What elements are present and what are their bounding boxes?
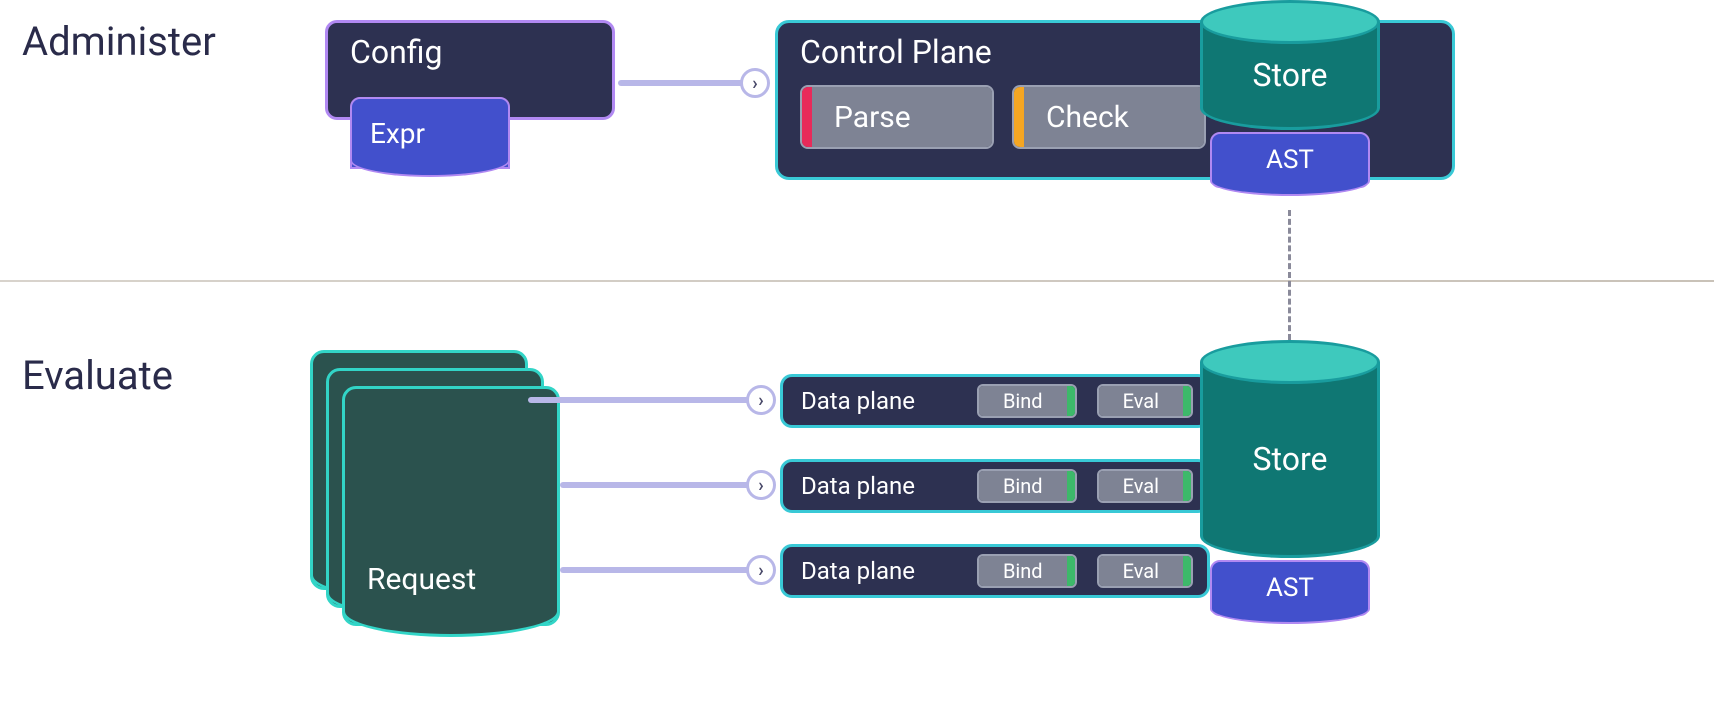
eval-label-2: Eval [1099, 471, 1183, 501]
ast-tab-bottom: AST [1210, 560, 1370, 616]
dashed-connector [1288, 210, 1291, 340]
eval-pill-2: Eval [1097, 469, 1193, 503]
section-divider [0, 280, 1714, 282]
bind-label-1: Bind [979, 386, 1067, 416]
section-administer-label: Administer [22, 18, 216, 65]
bind-pill-1: Bind [977, 384, 1077, 418]
bind-label-3: Bind [979, 556, 1067, 586]
store-cylinder-top: Store AST [1200, 0, 1380, 170]
store-label-bottom: Store [1253, 440, 1328, 478]
arrow-circle-icon-1: › [746, 385, 776, 415]
config-title: Config [350, 33, 442, 71]
eval-stripe-2 [1183, 471, 1191, 501]
arrow-circle-icon-2: › [746, 470, 776, 500]
check-label: Check [1024, 87, 1204, 147]
cylinder-body-bottom: Store [1200, 362, 1380, 558]
section-evaluate-label: Evaluate [22, 352, 173, 399]
data-plane-row-2: Data plane Bind Eval [780, 459, 1210, 513]
eval-stripe-1 [1183, 386, 1191, 416]
bind-pill-2: Bind [977, 469, 1077, 503]
check-stripe [1014, 87, 1024, 147]
cylinder-top-ellipse [1200, 0, 1380, 44]
store-label-top: Store [1253, 56, 1328, 94]
data-plane-row-1: Data plane Bind Eval [780, 374, 1210, 428]
data-plane-row-3: Data plane Bind Eval [780, 544, 1210, 598]
store-cylinder-bottom: Store AST [1200, 340, 1380, 600]
parse-label: Parse [812, 87, 992, 147]
parse-stage: Parse [800, 85, 994, 149]
bind-stripe-2 [1067, 471, 1075, 501]
eval-label-1: Eval [1099, 386, 1183, 416]
expr-label: Expr [370, 117, 425, 150]
connector-config-to-control [618, 80, 758, 86]
eval-stripe-3 [1183, 556, 1191, 586]
parse-stripe [802, 87, 812, 147]
arrow-circle-icon: › [740, 68, 770, 98]
connector-req-dp-3 [560, 567, 760, 573]
bind-stripe-1 [1067, 386, 1075, 416]
request-label: Request [367, 562, 476, 597]
eval-label-3: Eval [1099, 556, 1183, 586]
ast-tab-top: AST [1210, 132, 1370, 188]
expr-tab: Expr [350, 97, 510, 169]
arrow-circle-icon-3: › [746, 555, 776, 585]
bind-pill-3: Bind [977, 554, 1077, 588]
connector-req-dp-1 [528, 397, 760, 403]
bind-label-2: Bind [979, 471, 1067, 501]
cylinder-top-ellipse-bottom [1200, 340, 1380, 384]
connector-req-dp-2 [560, 482, 760, 488]
data-plane-title-2: Data plane [801, 472, 915, 500]
config-box: Config Expr [325, 20, 615, 120]
data-plane-title-3: Data plane [801, 557, 915, 585]
ast-label-top: AST [1266, 145, 1314, 175]
data-plane-title-1: Data plane [801, 387, 915, 415]
request-card-front: Request [342, 386, 560, 626]
ast-label-bottom: AST [1266, 573, 1314, 603]
eval-pill-3: Eval [1097, 554, 1193, 588]
check-stage: Check [1012, 85, 1206, 149]
eval-pill-1: Eval [1097, 384, 1193, 418]
bind-stripe-3 [1067, 556, 1075, 586]
